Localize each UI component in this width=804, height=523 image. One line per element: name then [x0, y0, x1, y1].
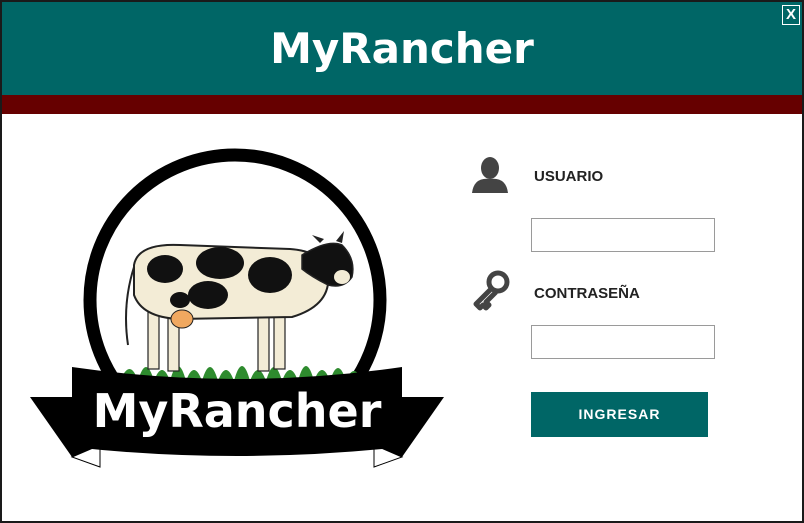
- title-bar: MyRancher: [2, 2, 802, 95]
- password-input[interactable]: [531, 325, 715, 359]
- cow-figure: [125, 231, 354, 372]
- login-window: MyRancher X MyRancher USUARIO CONTRASEÑA…: [0, 0, 804, 523]
- app-title: MyRancher: [270, 24, 534, 73]
- header-stripe: [2, 95, 802, 114]
- login-button[interactable]: INGRESAR: [531, 392, 708, 437]
- user-icon: [472, 157, 508, 193]
- username-label: USUARIO: [534, 168, 604, 185]
- password-label: CONTRASEÑA: [534, 285, 640, 302]
- cow-logo: MyRancher: [30, 148, 444, 468]
- close-button[interactable]: X: [782, 5, 800, 25]
- username-input[interactable]: [531, 218, 715, 252]
- logo-text: MyRancher: [93, 384, 382, 438]
- key-icon: [473, 270, 510, 311]
